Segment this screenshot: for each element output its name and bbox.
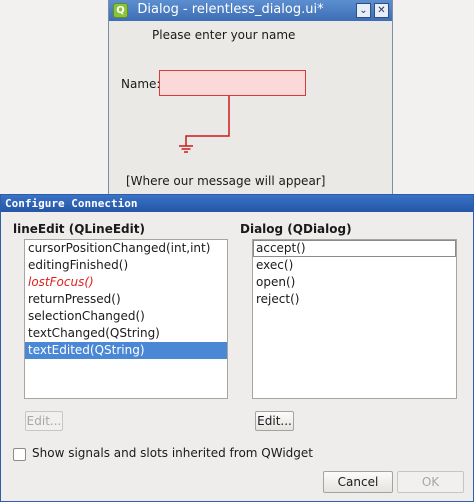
cancel-button[interactable]: Cancel bbox=[323, 471, 393, 493]
ok-button[interactable]: OK bbox=[397, 471, 464, 493]
signal-item[interactable]: selectionChanged() bbox=[25, 308, 227, 325]
signal-item[interactable]: cursorPositionChanged(int,int) bbox=[25, 240, 227, 257]
minimize-icon[interactable]: ⌄ bbox=[356, 3, 371, 18]
name-label: Name: bbox=[121, 77, 161, 91]
signal-item[interactable]: returnPressed() bbox=[25, 291, 227, 308]
slots-group-title: Dialog (QDialog) bbox=[240, 222, 352, 236]
designer-titlebar[interactable]: Q Dialog - relentless_dialog.ui* ⌄ ✕ bbox=[109, 0, 392, 21]
prompt-label: Please enter your name bbox=[152, 28, 296, 42]
slot-item[interactable]: reject() bbox=[253, 291, 456, 308]
configure-connection-dialog: Configure Connection lineEdit (QLineEdit… bbox=[0, 194, 474, 502]
edit-slots-button[interactable]: Edit... bbox=[255, 411, 294, 431]
signal-item[interactable]: textEdited(QString) bbox=[25, 342, 227, 359]
dialog-titlebar[interactable]: Configure Connection bbox=[1, 195, 473, 212]
designer-form-window: Q Dialog - relentless_dialog.ui* ⌄ ✕ Ple… bbox=[108, 0, 393, 196]
signal-item[interactable]: editingFinished() bbox=[25, 257, 227, 274]
signals-list[interactable]: cursorPositionChanged(int,int) editingFin… bbox=[24, 239, 228, 399]
message-label: [Where our message will appear] bbox=[126, 174, 326, 188]
wire-line bbox=[185, 96, 230, 146]
slots-list[interactable]: accept() exec() open() reject() bbox=[252, 239, 457, 399]
edit-signals-button[interactable]: Edit... bbox=[25, 411, 63, 431]
signals-group-title: lineEdit (QLineEdit) bbox=[13, 222, 145, 236]
window-title: Dialog - relentless_dialog.ui* bbox=[137, 2, 324, 17]
inherit-checkbox-label[interactable]: Show signals and slots inherited from QW… bbox=[32, 446, 313, 460]
inherit-checkbox[interactable] bbox=[13, 448, 26, 461]
slot-item[interactable]: accept() bbox=[253, 240, 456, 257]
signal-item[interactable]: textChanged(QString) bbox=[25, 325, 227, 342]
signal-item[interactable]: lostFocus() bbox=[25, 274, 227, 291]
slot-item[interactable]: exec() bbox=[253, 257, 456, 274]
ground-symbol-icon bbox=[179, 145, 193, 153]
close-icon[interactable]: ✕ bbox=[374, 3, 389, 18]
name-line-edit[interactable] bbox=[159, 70, 306, 96]
connection-wire bbox=[179, 96, 230, 153]
slot-item[interactable]: open() bbox=[253, 274, 456, 291]
